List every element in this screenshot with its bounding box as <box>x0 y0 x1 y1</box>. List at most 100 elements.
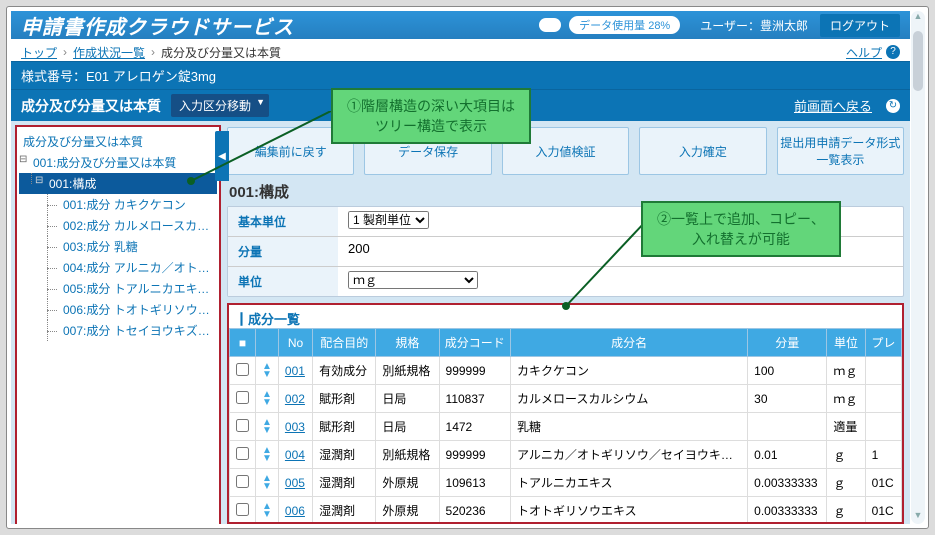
tree-root[interactable]: 成分及び分量又は本質 <box>17 131 219 152</box>
tree-leaf[interactable]: 004:成分 アルニカ／オトギリ <box>17 257 219 278</box>
row-no-link[interactable]: 004 <box>285 448 305 462</box>
breadcrumb-current: 成分及び分量又は本質 <box>161 44 281 61</box>
table-row[interactable]: ▲▼002賦形剤日局110837カルメロースカルシウム30ｍｇ <box>230 385 902 413</box>
row-code: 520236 <box>439 497 511 523</box>
base-unit-select[interactable]: 1 製剤単位 <box>348 211 429 229</box>
back-arrow-icon[interactable]: ↻ <box>886 99 900 113</box>
export-button[interactable]: 提出用申請データ形式一覧表示 <box>777 127 904 175</box>
collapse-tree-tab[interactable]: ◀ <box>215 131 229 181</box>
row-name: アルニカ／オトギリソウ／セイヨウキ… <box>511 441 748 469</box>
window-scrollbar[interactable]: ▲ ▼ <box>911 11 925 524</box>
row-no-link[interactable]: 001 <box>285 364 305 378</box>
row-no-link[interactable]: 003 <box>285 420 305 434</box>
row-code: 110837 <box>439 385 511 413</box>
row-sort-handle[interactable]: ▲▼ <box>256 497 279 523</box>
table-row[interactable]: ▲▼001有効成分別紙規格999999カキクケコン100ｍｇ <box>230 357 902 385</box>
tree-selected[interactable]: 001:構成 <box>19 173 217 194</box>
row-purpose: 湿潤剤 <box>313 441 376 469</box>
row-sort-handle[interactable]: ▲▼ <box>256 357 279 385</box>
dose-unit-label: 単位 <box>228 267 338 296</box>
scroll-up-icon[interactable]: ▲ <box>911 11 925 25</box>
ingredient-table: ■ No 配合目的 規格 成分コード 成分名 分量 単位 プレ <box>229 328 902 522</box>
row-amount: 0.00333333 <box>748 497 827 523</box>
row-sort-handle[interactable]: ▲▼ <box>256 441 279 469</box>
tree-leaf[interactable]: 002:成分 カルメロースカルシ <box>17 215 219 236</box>
logout-button[interactable]: ログアウト <box>820 14 900 37</box>
row-unit: ｇ <box>827 469 865 497</box>
breadcrumb-top[interactable]: トップ <box>21 44 57 61</box>
row-code: 999999 <box>439 357 511 385</box>
row-amount <box>748 413 827 441</box>
row-checkbox[interactable] <box>236 475 249 488</box>
amount-label: 分量 <box>228 237 338 266</box>
list-title: ┃成分一覧 <box>229 305 902 328</box>
row-amount: 30 <box>748 385 827 413</box>
col-name[interactable]: 成分名 <box>511 329 748 357</box>
scroll-down-icon[interactable]: ▼ <box>911 510 925 524</box>
row-spec: 別紙規格 <box>376 357 439 385</box>
row-spec: 外原規 <box>376 497 439 523</box>
row-no-link[interactable]: 005 <box>285 476 305 490</box>
row-checkbox[interactable] <box>236 419 249 432</box>
row-checkbox[interactable] <box>236 363 249 376</box>
back-link[interactable]: 前画面へ戻る <box>794 96 872 115</box>
table-row[interactable]: ▲▼003賦形剤日局1472乳糖適量 <box>230 413 902 441</box>
row-sort-handle[interactable]: ▲▼ <box>256 469 279 497</box>
row-pre: 01C <box>865 497 901 523</box>
row-unit: ｇ <box>827 497 865 523</box>
row-spec: 外原規 <box>376 469 439 497</box>
col-code[interactable]: 成分コード <box>439 329 511 357</box>
section-heading: 001:構成 <box>229 181 904 202</box>
row-checkbox[interactable] <box>236 391 249 404</box>
annotation-2: ②一覧上で追加、コピー、 入れ替えが可能 <box>641 201 841 257</box>
col-no[interactable]: No <box>278 329 312 357</box>
row-name: カルメロースカルシウム <box>511 385 748 413</box>
row-no-link[interactable]: 006 <box>285 504 305 518</box>
breadcrumb-list[interactable]: 作成状況一覧 <box>73 44 145 61</box>
user-label: ユーザー：豊洲太郎 <box>700 17 808 34</box>
row-amount: 100 <box>748 357 827 385</box>
row-pre <box>865 357 901 385</box>
tree-leaf[interactable]: 007:成分 トセイヨウキズタエ <box>17 320 219 341</box>
help-icon[interactable]: ? <box>886 45 900 59</box>
row-code: 999999 <box>439 441 511 469</box>
breadcrumb: トップ › 作成状況一覧 › 成分及び分量又は本質 ヘルプ ? <box>11 39 910 61</box>
row-checkbox[interactable] <box>236 447 249 460</box>
section-dropdown[interactable]: 入力区分移動 <box>171 94 269 117</box>
row-purpose: 賦形剤 <box>313 385 376 413</box>
scroll-thumb[interactable] <box>913 31 923 91</box>
col-amount[interactable]: 分量 <box>748 329 827 357</box>
row-sort-handle[interactable]: ▲▼ <box>256 385 279 413</box>
help-link[interactable]: ヘルプ <box>846 44 882 61</box>
tree-leaf[interactable]: 001:成分 カキクケコン <box>17 194 219 215</box>
row-checkbox[interactable] <box>236 503 249 516</box>
col-purpose[interactable]: 配合目的 <box>313 329 376 357</box>
data-usage-pill: データ使用量 28% <box>569 16 680 34</box>
row-spec: 日局 <box>376 385 439 413</box>
confirm-button[interactable]: 入力確定 <box>639 127 766 175</box>
row-sort-handle[interactable]: ▲▼ <box>256 413 279 441</box>
row-name: カキクケコン <box>511 357 748 385</box>
row-unit: 適量 <box>827 413 865 441</box>
cloud-icon <box>539 18 561 32</box>
row-pre <box>865 413 901 441</box>
row-no-link[interactable]: 002 <box>285 392 305 406</box>
row-purpose: 賦形剤 <box>313 413 376 441</box>
tree-leaf[interactable]: 006:成分 トオトギリソウエキ <box>17 299 219 320</box>
dose-unit-select[interactable]: ｍｇ <box>348 271 478 289</box>
row-name: トアルニカエキス <box>511 469 748 497</box>
app-window: ▲ ▼ 申請書作成クラウドサービス データ使用量 28% ユーザー：豊洲太郎 ロ… <box>6 6 929 529</box>
ingredient-list-panel: ┃成分一覧 ■ No 配合目的 規格 成分コード <box>227 303 904 524</box>
col-check[interactable]: ■ <box>230 329 256 357</box>
base-unit-label: 基本単位 <box>228 207 338 236</box>
table-row[interactable]: ▲▼006湿潤剤外原規520236トオトギリソウエキス0.00333333ｇ01… <box>230 497 902 523</box>
tree-leaf[interactable]: 005:成分 トアルニカエキス（ <box>17 278 219 299</box>
col-pre[interactable]: プレ <box>865 329 901 357</box>
col-spec[interactable]: 規格 <box>376 329 439 357</box>
col-unit[interactable]: 単位 <box>827 329 865 357</box>
table-row[interactable]: ▲▼005湿潤剤外原規109613トアルニカエキス0.00333333ｇ01C <box>230 469 902 497</box>
row-purpose: 有効成分 <box>313 357 376 385</box>
tree-parent[interactable]: 001:成分及び分量又は本質 <box>17 152 219 173</box>
tree-leaf[interactable]: 003:成分 乳糖 <box>17 236 219 257</box>
table-row[interactable]: ▲▼004湿潤剤別紙規格999999アルニカ／オトギリソウ／セイヨウキ…0.01… <box>230 441 902 469</box>
